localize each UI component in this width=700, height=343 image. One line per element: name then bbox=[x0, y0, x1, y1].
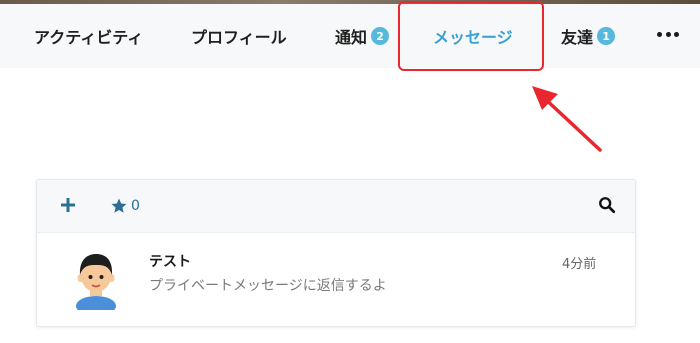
dot bbox=[657, 31, 662, 37]
tab-messages[interactable]: メッセージ bbox=[433, 4, 513, 68]
tab-label: プロフィール bbox=[191, 28, 287, 47]
avatar bbox=[76, 254, 116, 310]
tab-label: アクティビティ bbox=[34, 28, 144, 47]
tab-profile[interactable]: プロフィール bbox=[191, 4, 287, 68]
star-icon bbox=[111, 198, 127, 213]
search-icon[interactable] bbox=[598, 196, 616, 214]
profile-nav-bar: アクティビティ プロフィール 通知 2 メッセージ 友達 1 bbox=[0, 4, 700, 68]
dot bbox=[674, 31, 679, 37]
tab-label: メッセージ bbox=[433, 28, 513, 47]
messages-panel: 0 テスト プライベートメッセージに返信するよ 4分前 bbox=[36, 179, 636, 327]
starred-count: 0 bbox=[131, 198, 140, 214]
message-preview: プライベートメッセージに返信するよ bbox=[149, 278, 387, 294]
tab-friends[interactable]: 友達 1 bbox=[561, 4, 616, 68]
message-timestamp: 4分前 bbox=[562, 257, 597, 272]
dot bbox=[665, 31, 671, 37]
compose-plus-icon[interactable] bbox=[57, 194, 79, 216]
message-sender: テスト bbox=[149, 254, 191, 270]
tab-label: 友達 bbox=[561, 28, 594, 47]
tab-label: 通知 bbox=[335, 28, 368, 47]
friend-count-badge: 1 bbox=[597, 27, 616, 45]
tab-notifications[interactable]: 通知 2 bbox=[335, 4, 390, 68]
tab-activity[interactable]: アクティビティ bbox=[34, 4, 143, 68]
more-options-icon[interactable] bbox=[657, 29, 679, 39]
message-thread-item[interactable]: テスト プライベートメッセージに返信するよ 4分前 bbox=[37, 233, 635, 326]
annotation-arrow-icon bbox=[532, 86, 602, 152]
starred-messages-button[interactable]: 0 bbox=[110, 196, 140, 216]
messages-toolbar: 0 bbox=[37, 180, 635, 233]
notification-count-badge: 2 bbox=[371, 27, 390, 45]
